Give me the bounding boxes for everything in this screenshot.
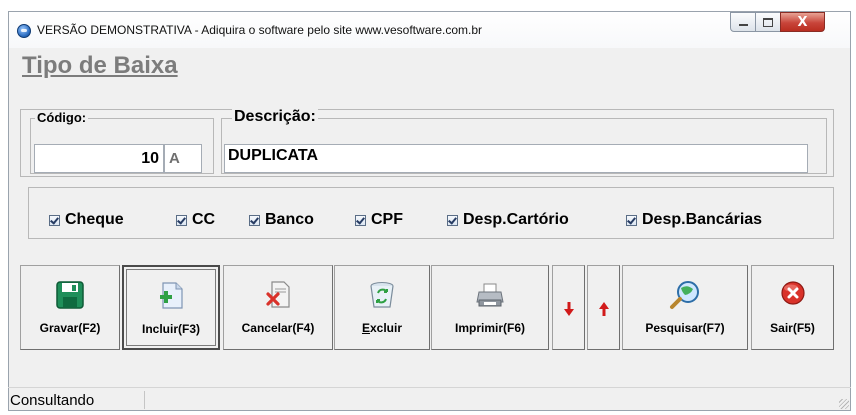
excluir-button[interactable]: Excluir: [334, 265, 430, 350]
codigo-label: Código:: [35, 110, 89, 125]
arrow-up-icon: [598, 302, 609, 316]
checkbox-checked-icon[interactable]: [355, 214, 366, 226]
cancelar-label: Cancelar(F4): [241, 321, 315, 335]
checkbox-checked-icon[interactable]: [176, 214, 187, 226]
pesquisar-label: Pesquisar(F7): [645, 321, 725, 335]
checkbox-banco[interactable]: Banco: [249, 211, 314, 229]
cancel-document-icon: [266, 281, 290, 308]
checkbox-checked-icon[interactable]: [49, 214, 60, 226]
codigo-suffix-field[interactable]: A: [164, 144, 202, 173]
incluir-button[interactable]: Incluir(F3): [122, 265, 220, 350]
checkbox-cc[interactable]: CC: [176, 211, 215, 229]
status-text: Consultando: [10, 392, 95, 409]
move-down-button[interactable]: [552, 265, 585, 350]
incluir-label: Incluir(F3): [141, 322, 200, 336]
checkbox-checked-icon[interactable]: [626, 214, 637, 226]
checkbox-label: Banco: [265, 211, 314, 228]
imprimir-label: Imprimir(F6): [454, 321, 525, 335]
codigo-field[interactable]: 10: [34, 144, 164, 173]
checkbox-cpf[interactable]: CPF: [355, 211, 403, 229]
minimize-icon: [738, 24, 748, 26]
add-document-icon: [160, 282, 183, 309]
pesquisar-button[interactable]: Pesquisar(F7): [622, 265, 748, 350]
checkbox-checked-icon[interactable]: [447, 214, 458, 226]
gravar-button[interactable]: Gravar(F2): [20, 265, 120, 350]
status-bar: Consultando: [8, 387, 851, 411]
resize-grip-icon[interactable]: [839, 399, 849, 409]
descricao-field[interactable]: DUPLICATA: [224, 144, 808, 173]
exit-icon: [780, 281, 805, 305]
checkbox-label: Desp.Bancárias: [642, 211, 763, 228]
checkbox-checked-icon[interactable]: [249, 214, 260, 226]
status-divider: [144, 391, 145, 409]
excluir-label: Excluir: [361, 321, 403, 335]
printer-icon: [476, 283, 504, 307]
close-icon: X: [797, 14, 808, 30]
move-up-button[interactable]: [587, 265, 620, 350]
checkbox-label: Cheque: [65, 211, 124, 228]
cancelar-button[interactable]: Cancelar(F4): [223, 265, 333, 350]
imprimir-button[interactable]: Imprimir(F6): [431, 265, 549, 350]
floppy-disk-icon: [56, 281, 84, 309]
page-title: Tipo de Baixa: [22, 52, 178, 79]
title-bar: VERSÃO DEMONSTRATIVA - Adiquira o softwa…: [9, 12, 850, 48]
app-icon: [17, 24, 31, 38]
sair-label: Sair(F5): [770, 321, 815, 335]
maximize-button[interactable]: [755, 12, 781, 32]
close-button[interactable]: X: [780, 12, 825, 32]
sair-button[interactable]: Sair(F5): [751, 265, 834, 350]
arrow-down-icon: [563, 302, 574, 316]
descricao-label: Descrição:: [232, 108, 318, 126]
checkbox-label: CPF: [371, 211, 403, 228]
checkbox-desp-bancarias[interactable]: Desp.Bancárias: [626, 211, 762, 229]
recycle-bin-icon: [370, 282, 394, 308]
window-title: VERSÃO DEMONSTRATIVA - Adiquira o softwa…: [37, 23, 483, 37]
checkbox-label: CC: [192, 211, 216, 228]
maximize-icon: [763, 17, 773, 27]
checkbox-label: Desp.Cartório: [463, 211, 569, 228]
checkbox-cheque[interactable]: Cheque: [49, 211, 124, 229]
magnifier-icon: [670, 281, 699, 309]
minimize-button[interactable]: [730, 12, 756, 32]
checkbox-desp-cartorio[interactable]: Desp.Cartório: [447, 211, 569, 229]
gravar-label: Gravar(F2): [39, 321, 101, 335]
